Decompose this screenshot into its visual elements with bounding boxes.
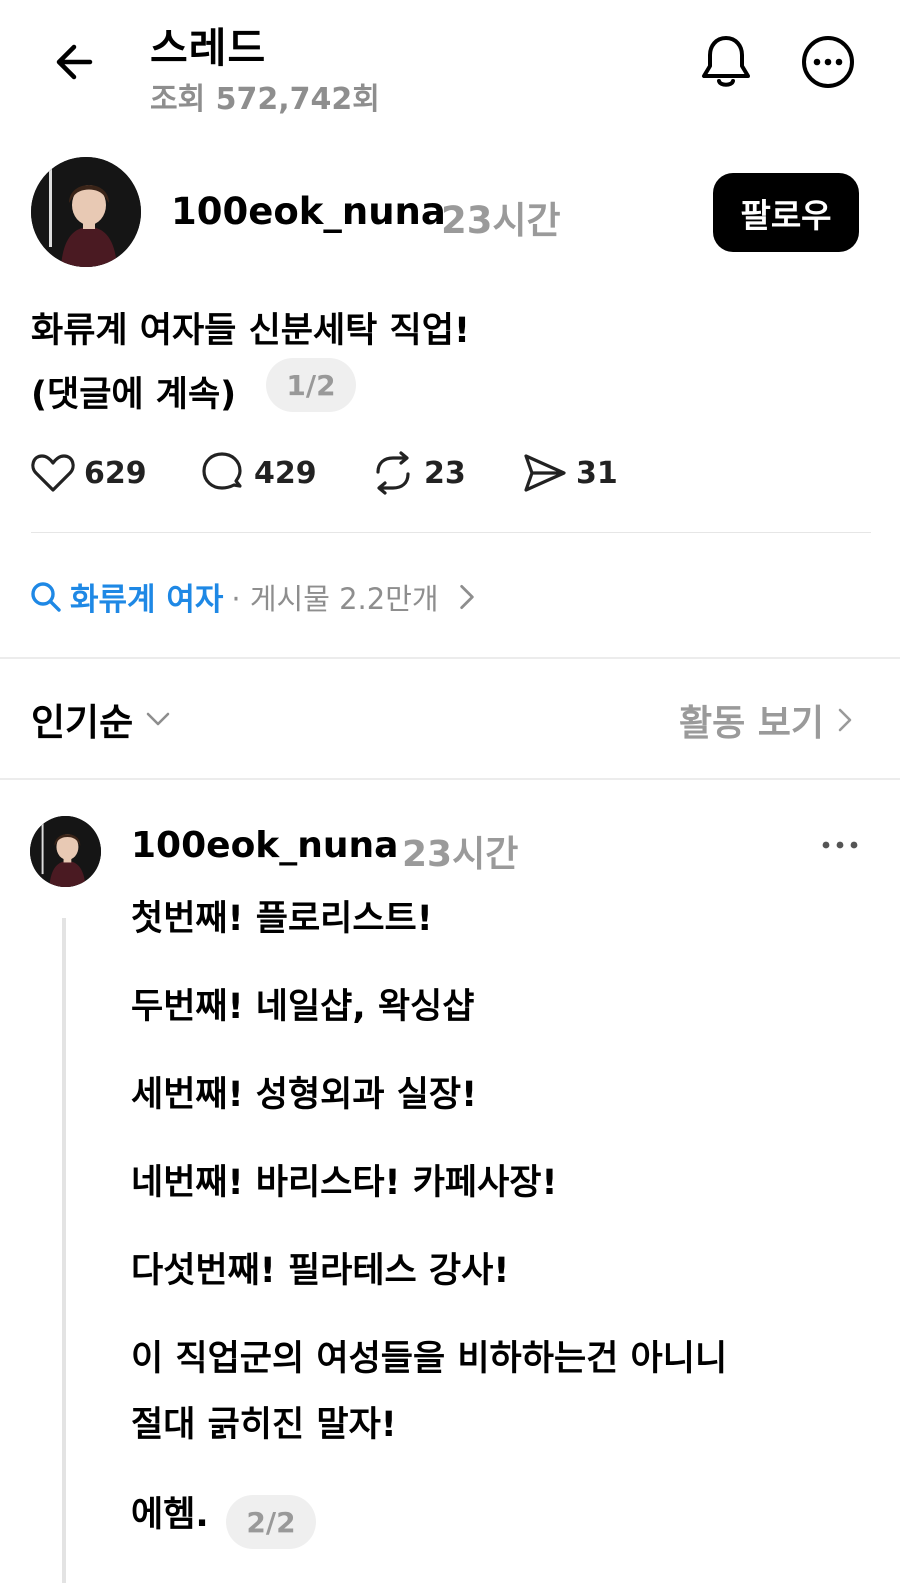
follow-button[interactable]: 팔로우 <box>713 173 859 252</box>
post-author[interactable]: 100eok_nuna <box>171 190 446 233</box>
chevron-right-icon <box>459 584 474 609</box>
comment-icon <box>202 452 242 490</box>
reply-text-line: 다섯번째! 필라테스 강사! <box>131 1251 510 1291</box>
reply-text-line: 첫번째! 플로리스트! <box>131 899 433 939</box>
reply-text-line: 세번째! 성형외과 실장! <box>131 1075 478 1115</box>
avatar[interactable] <box>31 157 141 267</box>
page-indicator: 1/2 <box>266 358 356 412</box>
chevron-down-icon <box>146 712 170 726</box>
sort-dropdown[interactable]: 인기순 <box>31 692 173 746</box>
repost-icon <box>376 451 410 495</box>
page-title: 스레드 <box>150 24 267 72</box>
view-count: 조회 572,742회 <box>150 82 380 117</box>
reply-text-line: 네번째! 바리스타! 카페사장! <box>131 1163 558 1203</box>
comment-count: 429 <box>254 455 317 491</box>
chevron-right-icon <box>838 708 852 732</box>
reply-text-line: 절대 긁히진 말자! <box>131 1405 397 1445</box>
post-text-line: 화류계 여자들 신분세탁 직업! <box>31 311 470 351</box>
divider <box>0 657 900 659</box>
heart-icon <box>31 454 75 492</box>
like-count: 629 <box>84 455 147 491</box>
more-icon[interactable] <box>818 830 862 860</box>
more-options-icon[interactable] <box>800 34 856 90</box>
send-icon <box>524 454 566 492</box>
topic-tag-link[interactable]: 화류계 여자 · 게시물 2.2만개 <box>30 574 483 619</box>
share-count: 31 <box>576 455 618 491</box>
avatar[interactable] <box>30 816 101 887</box>
divider <box>31 532 871 533</box>
view-activity-link[interactable]: 활동 보기 <box>679 694 856 746</box>
repost-count: 23 <box>424 455 466 491</box>
like-button[interactable]: 629 <box>30 450 147 496</box>
comment-button[interactable]: 429 <box>200 450 317 496</box>
view-activity-label: 활동 보기 <box>678 703 824 744</box>
topic-tag-label: 화류계 여자 <box>70 582 224 618</box>
back-arrow-icon[interactable] <box>48 34 104 90</box>
post-time: 23시간 <box>441 199 561 242</box>
reply-text-line: 에헴. <box>131 1495 209 1535</box>
bell-icon[interactable] <box>698 32 754 90</box>
page-indicator: 2/2 <box>226 1495 316 1549</box>
thread-line <box>62 918 66 1583</box>
post-text-line: (댓글에 계속) <box>31 375 237 415</box>
reply-time: 23시간 <box>402 834 519 875</box>
reply-text-line: 이 직업군의 여성들을 비하하는건 아니니 <box>131 1339 728 1379</box>
share-button[interactable]: 31 <box>522 450 618 496</box>
search-icon <box>31 581 61 612</box>
reply-author[interactable]: 100eok_nuna <box>131 825 398 866</box>
reply-text-line: 두번째! 네일샵, 왁싱샵 <box>131 987 475 1027</box>
repost-button[interactable]: 23 <box>370 450 466 496</box>
sort-label: 인기순 <box>31 701 134 744</box>
topic-tag-meta: · 게시물 2.2만개 <box>231 581 439 616</box>
divider <box>0 778 900 780</box>
